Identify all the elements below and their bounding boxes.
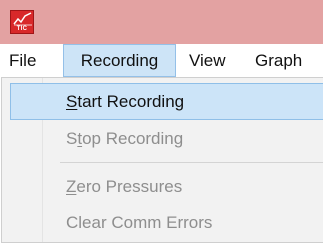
menu-item-stop-recording[interactable]: Stop Recording (10, 120, 323, 157)
menu-recording[interactable]: Recording (63, 44, 176, 77)
menu-item-label: tart Recording (77, 92, 185, 111)
menu-item-clear-comm-errors[interactable]: Clear Comm Errors (10, 204, 323, 241)
mnemonic-s: S (66, 92, 78, 111)
menu-item-start-recording[interactable]: Start Recording (10, 83, 323, 120)
menu-item-label: ero Pressures (76, 177, 183, 196)
chart-line-graphic (13, 12, 32, 26)
menu-file[interactable]: File (9, 44, 36, 77)
menu-bar: File Recording View Graph (0, 44, 323, 77)
chart-icon[interactable]: TIC (10, 10, 34, 34)
menu-item-label: op Recording (82, 129, 184, 148)
recording-dropdown-menu: Start Recording Stop Recording Zero Pres… (1, 77, 323, 243)
menu-view[interactable]: View (189, 44, 226, 77)
menu-item-zero-pressures[interactable]: Zero Pressures (10, 168, 323, 205)
app-icon-label: TIC (16, 26, 28, 32)
title-bar: TIC (0, 0, 323, 44)
mnemonic-z: Z (66, 177, 77, 196)
menu-separator (60, 162, 323, 163)
menu-item-label-prefix: S (66, 129, 78, 148)
menu-graph[interactable]: Graph (255, 44, 302, 77)
